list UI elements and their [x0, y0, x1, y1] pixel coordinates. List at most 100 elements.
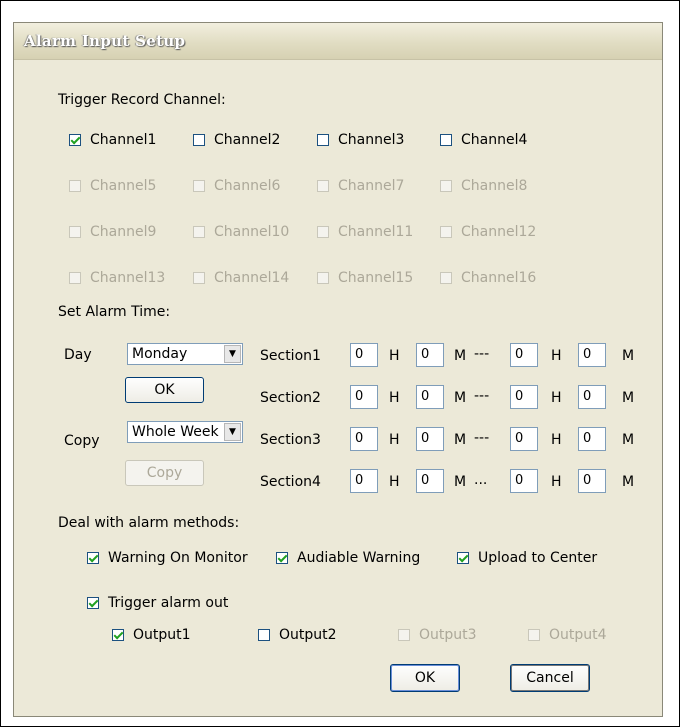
hour-unit-label: H: [389, 432, 400, 448]
channel-6-checkbox-label: Channel6: [214, 178, 281, 194]
start-minute-input[interactable]: 0: [416, 343, 444, 367]
checkbox-box: [193, 272, 205, 284]
ok-button[interactable]: OK: [390, 664, 460, 692]
copy-select-value: Whole Week: [132, 424, 219, 440]
channel-11-checkbox: Channel11: [317, 224, 413, 240]
end-minute-input[interactable]: 0: [578, 427, 606, 451]
hour-unit-label: H: [389, 390, 400, 406]
end-hour-input[interactable]: 0: [510, 343, 538, 367]
output-4-checkbox-label: Output4: [549, 627, 607, 643]
copy-button[interactable]: Copy: [125, 460, 204, 486]
channel-3-checkbox[interactable]: Channel3: [317, 132, 404, 148]
start-minute-input[interactable]: 0: [416, 427, 444, 451]
channel-15-checkbox: Channel15: [317, 270, 413, 286]
channel-10-checkbox: Channel10: [193, 224, 289, 240]
channel-12-checkbox-label: Channel12: [461, 224, 537, 240]
output-1-checkbox[interactable]: Output1: [112, 627, 191, 643]
output-3-checkbox: Output3: [398, 627, 477, 643]
channel-13-checkbox: Channel13: [69, 270, 165, 286]
end-hour-input[interactable]: 0: [510, 469, 538, 493]
checkbox-box: [193, 226, 205, 238]
channel-2-checkbox-label: Channel2: [214, 132, 281, 148]
warning-on-monitor-checkbox[interactable]: Warning On Monitor: [87, 550, 248, 566]
minute-unit-label: M: [454, 390, 467, 406]
channel-4-checkbox-label: Channel4: [461, 132, 528, 148]
channel-5-checkbox-label: Channel5: [90, 178, 157, 194]
day-select-value: Monday: [132, 346, 188, 362]
end-minute-input[interactable]: 0: [578, 385, 606, 409]
checkbox-box[interactable]: [317, 134, 329, 146]
day-select[interactable]: Monday ▼: [127, 343, 243, 365]
end-hour-input[interactable]: 0: [510, 427, 538, 451]
section-label: Section1: [260, 348, 321, 364]
alarm-methods-heading: Deal with alarm methods:: [58, 515, 240, 531]
channel-12-checkbox: Channel12: [440, 224, 536, 240]
end-minute-input[interactable]: 0: [578, 343, 606, 367]
day-label: Day: [64, 347, 92, 363]
copy-button-label: Copy: [146, 465, 183, 481]
checkbox-box[interactable]: [112, 629, 124, 641]
range-separator: ...: [474, 472, 488, 488]
channel-9-checkbox-label: Channel9: [90, 224, 157, 240]
channel-7-checkbox: Channel7: [317, 178, 404, 194]
channel-2-checkbox[interactable]: Channel2: [193, 132, 280, 148]
checkbox-box: [317, 226, 329, 238]
channel-4-checkbox[interactable]: Channel4: [440, 132, 527, 148]
minute-unit-label: M: [454, 432, 467, 448]
ok-button-label: OK: [414, 670, 436, 686]
start-hour-input[interactable]: 0: [350, 343, 378, 367]
dropdown-arrow-icon[interactable]: ▼: [224, 423, 241, 441]
audiable-warning-checkbox[interactable]: Audiable Warning: [276, 550, 420, 566]
start-hour-input[interactable]: 0: [350, 469, 378, 493]
cancel-button-label: Cancel: [526, 670, 574, 686]
day-ok-button-label: OK: [154, 382, 175, 398]
minute-unit-label: M: [622, 474, 635, 490]
channel-15-checkbox-label: Channel15: [338, 270, 414, 286]
checkbox-box[interactable]: [276, 552, 288, 564]
checkbox-box[interactable]: [69, 134, 81, 146]
checkbox-box: [69, 226, 81, 238]
set-alarm-time-heading: Set Alarm Time:: [58, 304, 171, 320]
section-label: Section3: [260, 432, 321, 448]
trigger-record-heading: Trigger Record Channel:: [58, 92, 226, 108]
hour-unit-label: H: [389, 348, 400, 364]
dialog-title: Alarm Input Setup: [24, 32, 186, 50]
channel-11-checkbox-label: Channel11: [338, 224, 414, 240]
minute-unit-label: M: [622, 432, 635, 448]
channel-1-checkbox-label: Channel1: [90, 132, 157, 148]
checkbox-box[interactable]: [87, 597, 99, 609]
range-separator: ---: [474, 346, 490, 362]
hour-unit-label: H: [551, 432, 562, 448]
minute-unit-label: M: [622, 390, 635, 406]
dropdown-arrow-icon[interactable]: ▼: [224, 345, 241, 363]
start-hour-input[interactable]: 0: [350, 385, 378, 409]
hour-unit-label: H: [551, 390, 562, 406]
copy-select[interactable]: Whole Week ▼: [127, 421, 243, 443]
checkbox-box[interactable]: [87, 552, 99, 564]
title-bar[interactable]: Alarm Input Setup: [14, 23, 662, 60]
trigger-alarm-out-label: Trigger alarm out: [108, 595, 229, 611]
channel-7-checkbox-label: Channel7: [338, 178, 405, 194]
start-hour-input[interactable]: 0: [350, 427, 378, 451]
start-minute-input[interactable]: 0: [416, 385, 444, 409]
channel-1-checkbox[interactable]: Channel1: [69, 132, 156, 148]
channel-9-checkbox: Channel9: [69, 224, 156, 240]
checkbox-box[interactable]: [193, 134, 205, 146]
end-hour-input[interactable]: 0: [510, 385, 538, 409]
hour-unit-label: H: [389, 474, 400, 490]
start-minute-input[interactable]: 0: [416, 469, 444, 493]
checkbox-box[interactable]: [440, 134, 452, 146]
end-minute-input[interactable]: 0: [578, 469, 606, 493]
checkbox-box[interactable]: [258, 629, 270, 641]
trigger-alarm-out-checkbox[interactable]: Trigger alarm out: [87, 595, 228, 611]
checkbox-box: [440, 180, 452, 192]
output-1-checkbox-label: Output1: [133, 627, 191, 643]
copy-label: Copy: [64, 433, 100, 449]
output-2-checkbox[interactable]: Output2: [258, 627, 337, 643]
output-3-checkbox-label: Output3: [419, 627, 477, 643]
cancel-button[interactable]: Cancel: [510, 664, 590, 692]
range-separator: ---: [474, 388, 490, 404]
checkbox-box[interactable]: [457, 552, 469, 564]
day-ok-button[interactable]: OK: [125, 377, 204, 403]
upload-to-center-checkbox[interactable]: Upload to Center: [457, 550, 597, 566]
